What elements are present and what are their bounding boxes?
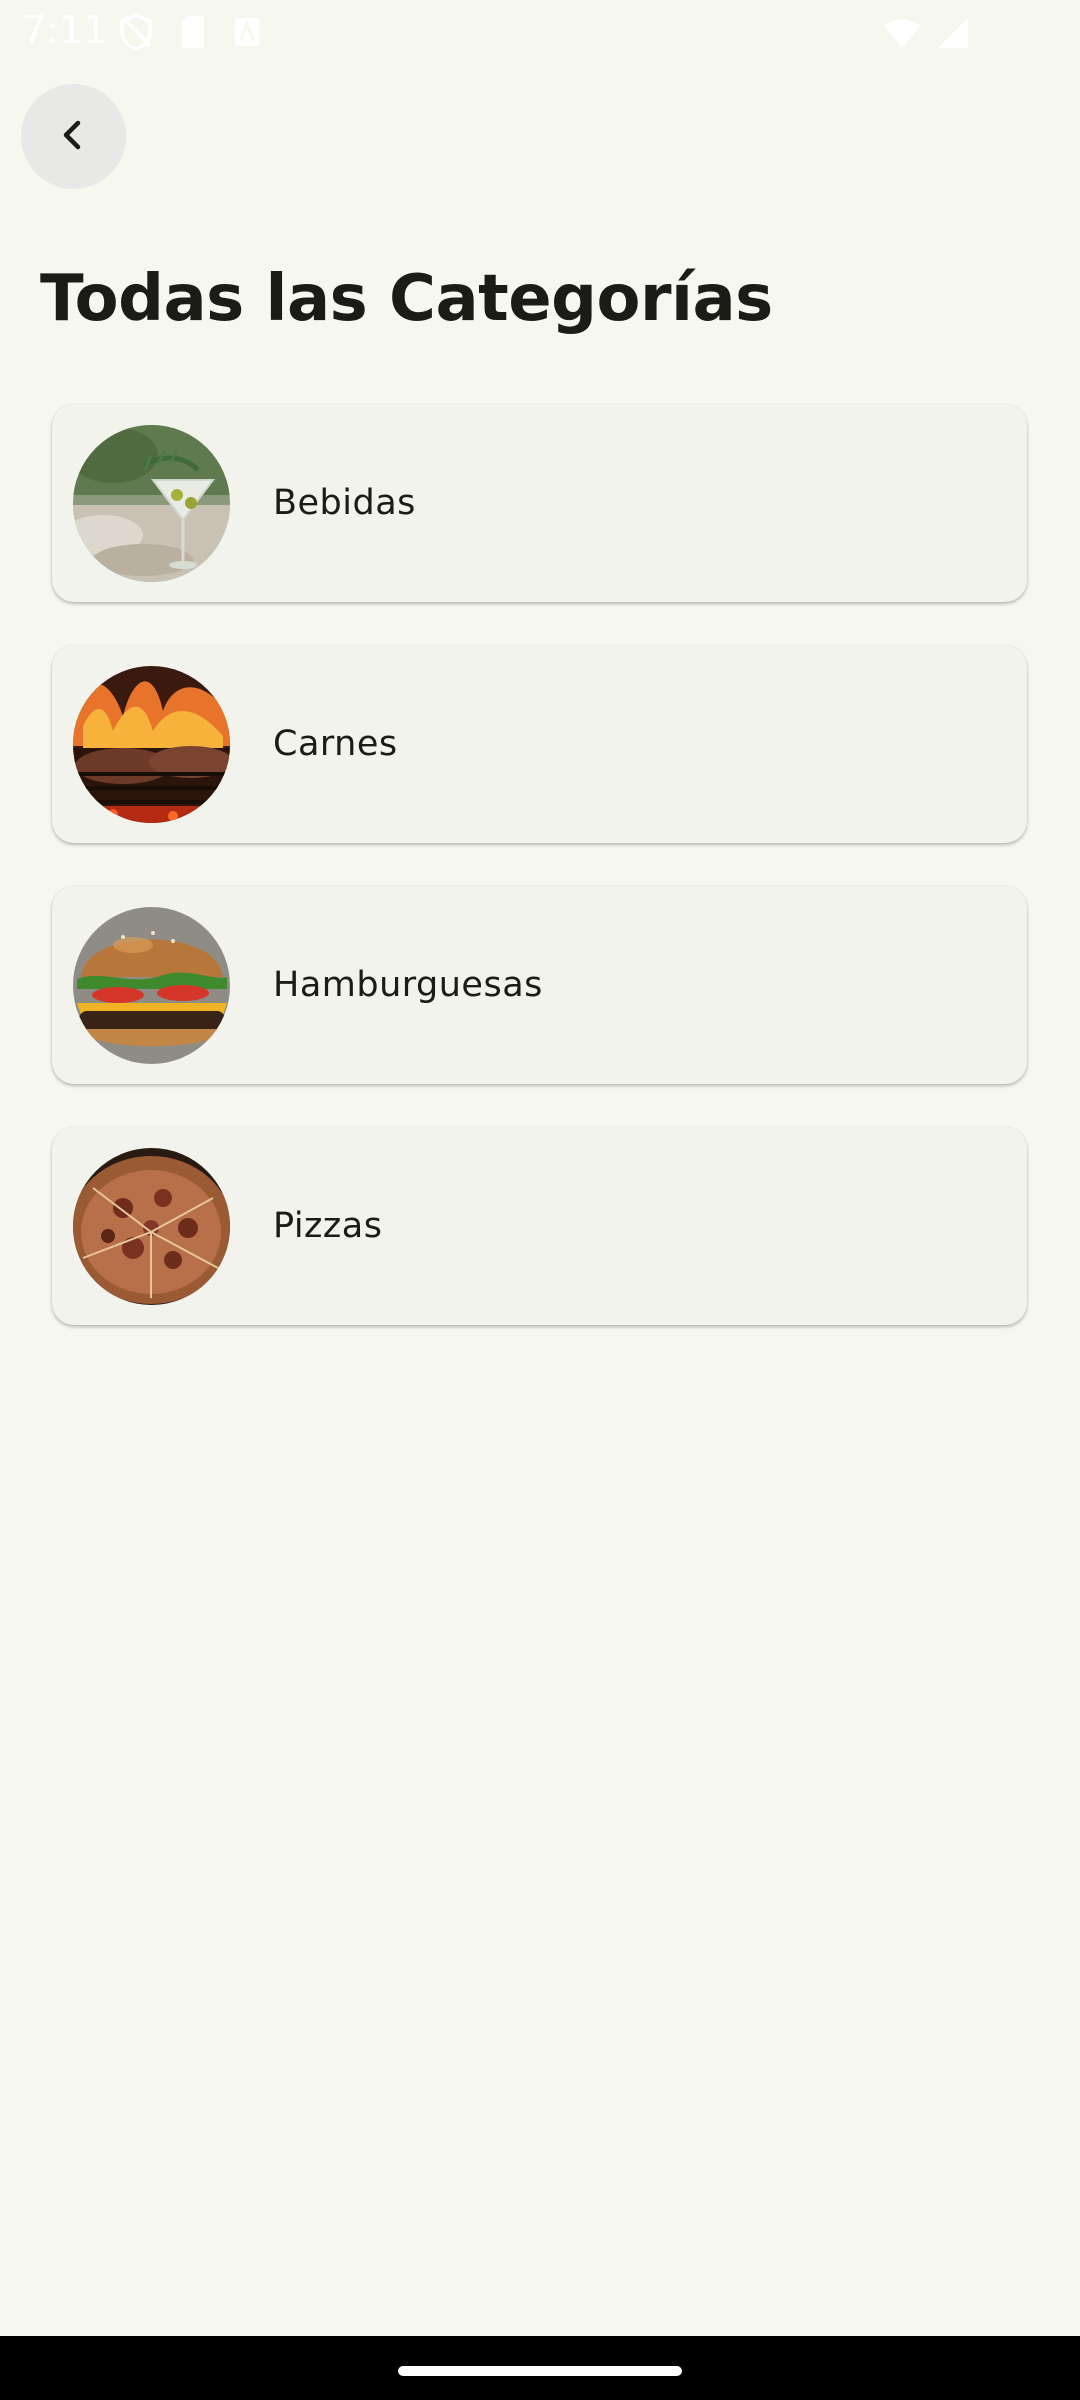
category-label: Hamburguesas: [273, 965, 543, 1005]
category-card-hamburguesas[interactable]: Hamburguesas: [52, 886, 1027, 1084]
status-icons-right: [882, 12, 970, 56]
category-card-bebidas[interactable]: Bebidas: [52, 404, 1027, 602]
chevron-left-icon: [56, 117, 92, 157]
page-title: Todas las Categorías: [40, 262, 773, 336]
home-gesture-handle[interactable]: [398, 2366, 682, 2376]
cocktail-photo: [73, 425, 230, 582]
status-time: 7:11: [22, 8, 108, 52]
sd-card-icon: [178, 12, 208, 56]
category-label: Pizzas: [273, 1206, 383, 1246]
text-icon: [232, 12, 262, 56]
category-card-carnes[interactable]: Carnes: [52, 645, 1027, 843]
category-list: Bebidas Carnes Hamburguesas Pizzas: [52, 404, 1027, 1368]
category-label: Carnes: [273, 724, 398, 764]
category-card-pizzas[interactable]: Pizzas: [52, 1127, 1027, 1325]
wifi-icon: [882, 12, 922, 56]
grilled-meat-photo: [73, 666, 230, 823]
burger-photo: [73, 907, 230, 1064]
back-button[interactable]: [21, 84, 126, 189]
status-icons-left: [118, 12, 262, 56]
navigation-bar: [0, 2336, 1080, 2400]
status-bar: 7:11: [0, 0, 1080, 64]
shield-icon: [118, 12, 154, 56]
signal-icon: [936, 12, 970, 56]
category-label: Bebidas: [273, 483, 416, 523]
pizza-photo: [73, 1148, 230, 1305]
